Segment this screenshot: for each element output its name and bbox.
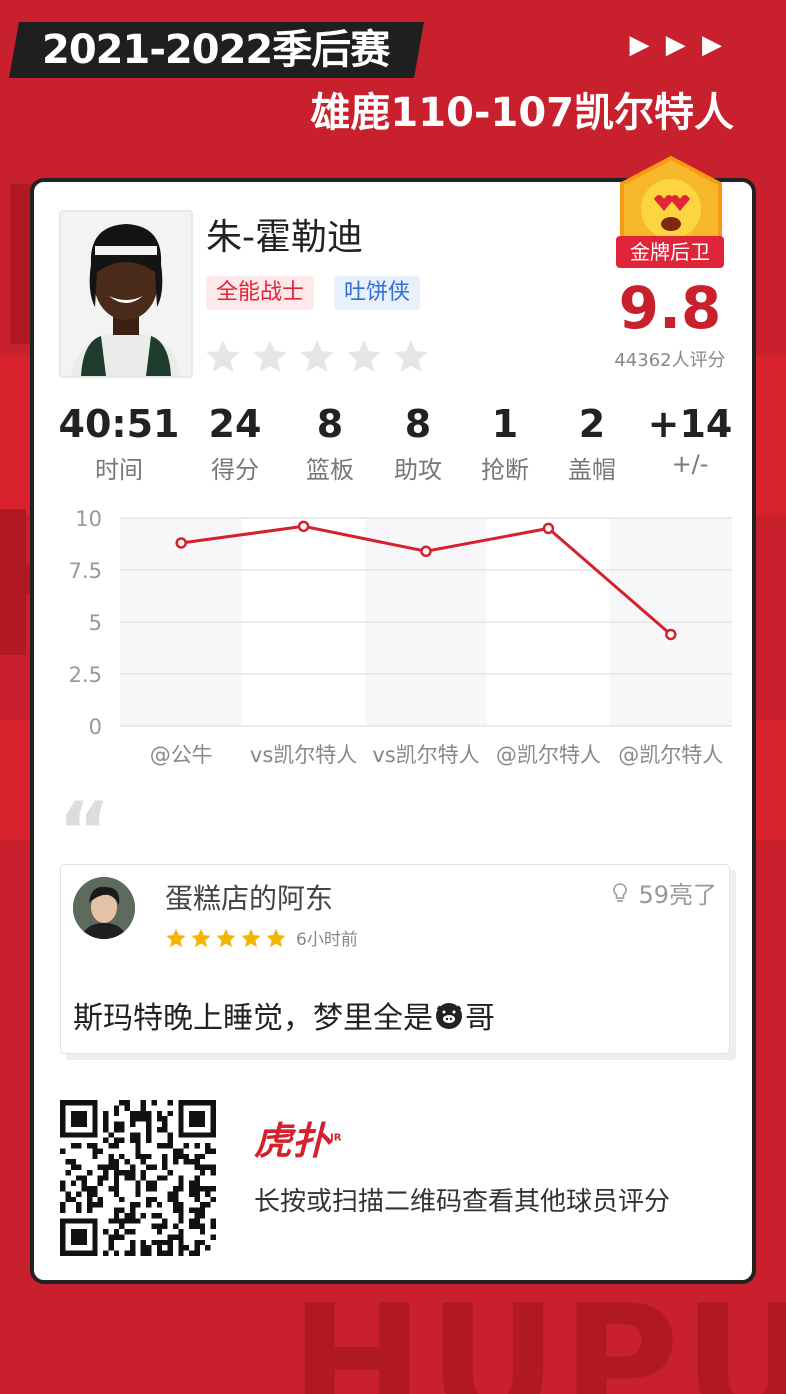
player-photo-icon	[61, 212, 191, 376]
star-filled-icon	[216, 928, 236, 947]
badge-label: 金牌后卫	[616, 236, 724, 268]
stat-assists: 8 助攻	[374, 402, 462, 485]
chart-data-point	[542, 522, 555, 535]
stat-label: 时间	[95, 456, 143, 484]
quote-icon: “	[58, 785, 111, 878]
stat-label: 助攻	[394, 456, 442, 484]
season-label: 2021-2022季后赛	[42, 27, 390, 73]
star-icon[interactable]	[204, 337, 242, 375]
commenter-avatar[interactable]	[73, 877, 135, 939]
stat-label: 盖帽	[568, 456, 616, 484]
stat-value: 1	[491, 402, 519, 446]
stat-label: +/-	[671, 450, 709, 478]
stats-row: 40:51 时间 24 得分 8 篮板 8 助攻 1 抢断 2 盖帽 +14 +…	[54, 402, 744, 485]
scan-hint: 长按或扫描二维码查看其他球员评分	[254, 1187, 671, 1217]
top-comment[interactable]: 蛋糕店的阿东 6小时前 59亮了 斯玛特晚上睡觉，梦里全是 哥	[60, 864, 730, 1054]
chart-x-tick-label: vs凯尔特人	[250, 743, 357, 767]
like-count: 59亮了	[638, 881, 717, 909]
stat-value: +14	[647, 402, 733, 446]
stat-label: 篮板	[306, 456, 354, 484]
rating-trend-chart: 10 7.5 5 2.5 0 @公牛 vs凯尔特人 vs凯尔特人 @凯尔特人 @凯尔特人	[69, 507, 732, 767]
qr-code-icon[interactable]	[60, 1100, 216, 1256]
chart-data-point	[665, 628, 677, 641]
user-avatar-icon	[73, 877, 135, 939]
star-filled-icon	[266, 928, 286, 947]
comment-text: 斯玛特晚上睡觉，梦里全是 哥	[73, 993, 495, 1037]
stat-value: 8	[404, 402, 432, 446]
chart-x-tick-label: @凯尔特人	[496, 743, 601, 767]
stat-value: 2	[578, 402, 606, 446]
user-rating-stars[interactable]	[204, 337, 430, 375]
commenter-name[interactable]: 蛋糕店的阿东	[165, 877, 333, 917]
chart-x-tick-label: @凯尔特人	[618, 743, 723, 767]
star-icon[interactable]	[251, 337, 289, 375]
player-rating-card: 朱-霍勒迪 全能战士 吐饼侠 金牌后卫 9.8 44362人评分 40:51 时…	[30, 155, 756, 1284]
rating-count: 44362人评分	[614, 350, 726, 371]
stat-value: 24	[208, 402, 262, 446]
comment-time: 6小时前	[296, 930, 358, 950]
lightbulb-icon	[613, 882, 628, 902]
player-tag-allround[interactable]: 全能战士	[206, 276, 315, 310]
like-button[interactable]: 59亮了	[608, 875, 717, 910]
star-filled-icon	[241, 928, 261, 947]
stat-rebounds: 8 篮板	[286, 402, 374, 485]
chart-y-tick-label: 5	[89, 611, 102, 635]
chart-y-tick-label: 2.5	[69, 663, 102, 687]
stat-label: 抢断	[481, 456, 529, 484]
stat-points: 24 得分	[184, 402, 286, 485]
stat-label: 得分	[211, 456, 259, 484]
star-icon[interactable]	[392, 337, 430, 375]
stat-value: 8	[316, 402, 344, 446]
match-score-title: 雄鹿110-107凯尔特人	[310, 90, 734, 136]
chart-y-tick-label: 10	[75, 507, 102, 531]
arrows-icon: ▶ ▶ ▶	[629, 30, 726, 60]
brand-sup: JR	[330, 1132, 342, 1144]
stat-plus-minus: +14 +/-	[636, 402, 744, 485]
chart-y-tick-label: 7.5	[69, 559, 102, 583]
chart-x-tick-label: vs凯尔特人	[372, 743, 479, 767]
chart-data-point	[420, 545, 432, 558]
stat-value: 40:51	[58, 402, 180, 446]
star-icon[interactable]	[298, 337, 336, 375]
brand-name: 虎扑	[254, 1119, 331, 1163]
stat-steals: 1 抢断	[462, 402, 548, 485]
player-avatar	[59, 210, 193, 378]
player-rating-score: 9.8	[618, 274, 722, 342]
comment-stars: 6小时前	[165, 925, 358, 950]
comment-text-after: 哥	[465, 1001, 495, 1036]
hupu-logo: 虎扑JR	[254, 1110, 341, 1165]
star-filled-icon	[166, 928, 186, 947]
star-filled-icon	[191, 928, 211, 947]
star-icon[interactable]	[345, 337, 383, 375]
player-name: 朱-霍勒迪	[206, 217, 363, 258]
comment-text-before: 斯玛特晚上睡觉，梦里全是	[73, 1001, 433, 1036]
chart-data-point	[297, 520, 310, 533]
chart-x-tick-label: @公牛	[150, 743, 213, 767]
chart-y-tick-label: 0	[89, 715, 102, 739]
chart-data-point	[175, 537, 187, 549]
stat-minutes: 40:51 时间	[54, 402, 184, 485]
player-tag-turnover[interactable]: 吐饼侠	[334, 276, 421, 310]
pig-emoji-icon	[436, 1003, 462, 1029]
stat-blocks: 2 盖帽	[548, 402, 636, 485]
